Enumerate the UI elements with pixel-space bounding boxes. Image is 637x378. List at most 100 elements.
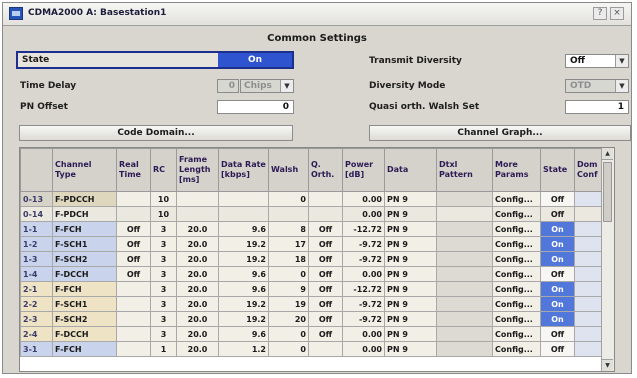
data-cell[interactable]: PN 9 — [384, 281, 437, 297]
rc-cell[interactable]: 3 — [150, 266, 177, 282]
rc-cell[interactable]: 3 — [150, 236, 177, 252]
data-rate-cell[interactable]: 19.2 — [218, 311, 269, 327]
scroll-thumb[interactable] — [603, 162, 612, 222]
more-params-cell[interactable]: Config... — [492, 311, 541, 327]
dtx-pattern-cell[interactable] — [436, 251, 493, 267]
table-row[interactable]: 2-3 F-SCH2 3 20.0 19.2 20 Off -9.72 PN 9 Config..… — [20, 311, 605, 327]
frame-length-cell[interactable] — [176, 191, 219, 207]
table-row[interactable]: 0-13 F-PDCCH 10 0 0.00 PN 9 Config... Off — [20, 191, 605, 207]
frame-length-cell[interactable]: 20.0 — [176, 311, 219, 327]
real-time-cell[interactable]: Off — [116, 221, 151, 237]
table-row[interactable]: 1-3 F-SCH2 Off 3 20.0 19.2 18 Off -9.72 PN 9 Confi… — [20, 251, 605, 267]
real-time-cell[interactable] — [116, 341, 151, 357]
walsh-cell[interactable] — [268, 206, 309, 222]
data-cell[interactable]: PN 9 — [384, 311, 437, 327]
q-orth-cell[interactable]: Off — [308, 296, 343, 312]
dtx-pattern-cell[interactable] — [436, 191, 493, 207]
power-cell[interactable]: 0.00 — [342, 191, 385, 207]
power-cell[interactable]: 0.00 — [342, 266, 385, 282]
rc-cell[interactable]: 1 — [150, 341, 177, 357]
frame-length-cell[interactable]: 20.0 — [176, 221, 219, 237]
power-cell[interactable]: 0.00 — [342, 206, 385, 222]
frame-length-cell[interactable]: 20.0 — [176, 266, 219, 282]
q-orth-cell[interactable] — [308, 191, 343, 207]
rc-cell[interactable]: 3 — [150, 326, 177, 342]
table-row[interactable]: 2-2 F-SCH1 3 20.0 19.2 19 Off -9.72 PN 9 Config..… — [20, 296, 605, 312]
table-row[interactable]: 1-2 F-SCH1 Off 3 20.0 19.2 17 Off -9.72 PN 9 Confi… — [20, 236, 605, 252]
state-cell[interactable]: Off — [540, 191, 575, 207]
dtx-pattern-cell[interactable] — [436, 221, 493, 237]
q-orth-cell[interactable]: Off — [308, 326, 343, 342]
state-row[interactable]: State On — [16, 51, 294, 69]
q-orth-cell[interactable]: Off — [308, 311, 343, 327]
data-rate-cell[interactable]: 19.2 — [218, 251, 269, 267]
more-params-cell[interactable]: Config... — [492, 191, 541, 207]
state-cell[interactable]: On — [540, 311, 575, 327]
data-rate-cell[interactable] — [218, 206, 269, 222]
power-cell[interactable]: -9.72 — [342, 311, 385, 327]
data-cell[interactable]: PN 9 — [384, 236, 437, 252]
walsh-cell[interactable]: 19 — [268, 296, 309, 312]
pn-offset-input[interactable]: 0 — [217, 100, 294, 114]
frame-length-cell[interactable]: 20.0 — [176, 251, 219, 267]
real-time-cell[interactable]: Off — [116, 266, 151, 282]
data-rate-cell[interactable]: 9.6 — [218, 221, 269, 237]
dtx-pattern-cell[interactable] — [436, 236, 493, 252]
table-row[interactable]: 3-1 F-FCH 1 20.0 1.2 0 0.00 PN 9 Config... Off — [20, 341, 605, 357]
dtx-pattern-cell[interactable] — [436, 326, 493, 342]
real-time-cell[interactable] — [116, 206, 151, 222]
real-time-cell[interactable] — [116, 311, 151, 327]
more-params-cell[interactable]: Config... — [492, 296, 541, 312]
data-rate-cell[interactable]: 9.6 — [218, 281, 269, 297]
more-params-cell[interactable]: Config... — [492, 236, 541, 252]
frame-length-cell[interactable] — [176, 206, 219, 222]
dtx-pattern-cell[interactable] — [436, 266, 493, 282]
dom-conf-cell[interactable] — [574, 281, 605, 297]
data-cell[interactable]: PN 9 — [384, 266, 437, 282]
walsh-cell[interactable]: 17 — [268, 236, 309, 252]
data-cell[interactable]: PN 9 — [384, 296, 437, 312]
walsh-cell[interactable]: 0 — [268, 266, 309, 282]
frame-length-cell[interactable]: 20.0 — [176, 326, 219, 342]
state-cell[interactable]: On — [540, 251, 575, 267]
dom-conf-cell[interactable] — [574, 221, 605, 237]
quasi-walsh-input[interactable]: 1 — [565, 100, 629, 114]
real-time-cell[interactable] — [116, 296, 151, 312]
rc-cell[interactable]: 10 — [150, 191, 177, 207]
dtx-pattern-cell[interactable] — [436, 206, 493, 222]
dom-conf-cell[interactable] — [574, 236, 605, 252]
state-cell[interactable]: On — [540, 236, 575, 252]
dtx-pattern-cell[interactable] — [436, 281, 493, 297]
scroll-up-icon[interactable]: ▲ — [602, 148, 613, 160]
power-cell[interactable]: 0.00 — [342, 341, 385, 357]
more-params-cell[interactable]: Config... — [492, 251, 541, 267]
q-orth-cell[interactable]: Off — [308, 221, 343, 237]
real-time-cell[interactable]: Off — [116, 236, 151, 252]
state-cell[interactable]: Off — [540, 206, 575, 222]
walsh-cell[interactable]: 9 — [268, 281, 309, 297]
dom-conf-cell[interactable] — [574, 341, 605, 357]
data-cell[interactable]: PN 9 — [384, 326, 437, 342]
data-rate-cell[interactable] — [218, 191, 269, 207]
q-orth-cell[interactable] — [308, 206, 343, 222]
chevron-down-icon[interactable]: ▼ — [615, 55, 628, 67]
power-cell[interactable]: -9.72 — [342, 251, 385, 267]
data-cell[interactable]: PN 9 — [384, 341, 437, 357]
frame-length-cell[interactable]: 20.0 — [176, 236, 219, 252]
power-cell[interactable]: -12.72 — [342, 221, 385, 237]
data-rate-cell[interactable]: 19.2 — [218, 296, 269, 312]
table-scrollbar[interactable]: ▲ ▼ — [601, 148, 614, 371]
frame-length-cell[interactable]: 20.0 — [176, 296, 219, 312]
dom-conf-cell[interactable] — [574, 191, 605, 207]
more-params-cell[interactable]: Config... — [492, 221, 541, 237]
more-params-cell[interactable]: Config... — [492, 326, 541, 342]
data-rate-cell[interactable]: 9.6 — [218, 266, 269, 282]
walsh-cell[interactable]: 0 — [268, 326, 309, 342]
more-params-cell[interactable]: Config... — [492, 341, 541, 357]
walsh-cell[interactable]: 0 — [268, 191, 309, 207]
title-bar[interactable]: CDMA2000 A: Basestation1 ? × — [3, 3, 631, 26]
rc-cell[interactable]: 10 — [150, 206, 177, 222]
power-cell[interactable]: -12.72 — [342, 281, 385, 297]
data-rate-cell[interactable]: 19.2 — [218, 236, 269, 252]
data-rate-cell[interactable]: 9.6 — [218, 326, 269, 342]
